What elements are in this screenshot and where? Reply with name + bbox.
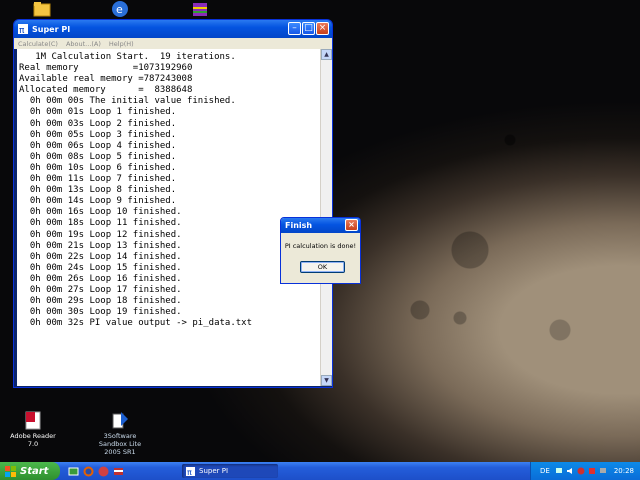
output-line: 0h 00m 08s Loop 5 finished. (19, 151, 177, 162)
window-titlebar[interactable]: π Super PI – □ × (14, 20, 332, 38)
close-icon: × (318, 23, 327, 33)
output-line: Available real memory =787243008 (19, 74, 193, 85)
output-line: 0h 00m 24s Loop 15 finished. (19, 262, 182, 273)
minimize-icon: – (292, 23, 297, 33)
flag-app-icon[interactable] (113, 466, 124, 477)
output-line: 0h 00m 21s Loop 13 finished. (19, 240, 182, 251)
output-line: 0h 00m 11s Loop 7 finished. (19, 174, 177, 185)
output-line: 0h 00m 29s Loop 18 finished. (19, 296, 182, 307)
svg-text:e: e (116, 3, 123, 16)
output-line: 0h 00m 03s Loop 2 finished. (19, 118, 177, 129)
windows-flag-icon (5, 465, 16, 477)
security-icon[interactable] (577, 467, 585, 475)
output-text: 1M Calculation Start. 19 iterations. Real… (19, 52, 323, 329)
output-line: Real memory =1073192960 (19, 63, 193, 74)
output-line: 0h 00m 26s Loop 16 finished. (19, 273, 182, 284)
close-icon: × (348, 220, 355, 229)
scroll-down-button[interactable]: ▼ (321, 375, 332, 386)
scroll-up-button[interactable]: ▲ (321, 49, 332, 60)
output-line: 0h 00m 22s Loop 14 finished. (19, 251, 182, 262)
desktop-icon-label: 3Software Sandbox Lite 2005 SR1 (98, 432, 142, 456)
menu-help[interactable]: Help(H) (109, 40, 134, 48)
output-area[interactable]: 1M Calculation Start. 19 iterations. Real… (17, 49, 323, 386)
adobe-reader-icon (23, 410, 43, 430)
output-line: Allocated memory = 8388648 (19, 85, 193, 96)
media-player-icon[interactable] (98, 466, 109, 477)
super-pi-app-icon: π (186, 466, 195, 477)
menu-bar: Calculate(C) About...(A) Help(H) (14, 38, 332, 49)
output-line: 0h 00m 06s Loop 4 finished. (19, 140, 177, 151)
output-line: 0h 00m 10s Loop 6 finished. (19, 162, 177, 173)
desktop-icon-software-update[interactable]: 3Software Sandbox Lite 2005 SR1 (92, 410, 148, 456)
ok-button[interactable]: OK (300, 261, 345, 273)
antivirus-icon[interactable] (588, 467, 596, 475)
output-line: 0h 00m 14s Loop 9 finished. (19, 196, 177, 207)
taskbar-item-label: Super PI (199, 467, 229, 475)
super-pi-app-icon: π (18, 24, 28, 36)
software-update-icon (110, 410, 130, 430)
finish-dialog: Finish × PI calculation is done! OK (280, 217, 361, 284)
desktop-icon-adobe-reader[interactable]: Adobe Reader 7.0 (5, 410, 61, 448)
super-pi-window: π Super PI – □ × Calculate(C) About...(A… (13, 19, 333, 388)
quick-launch (68, 466, 124, 477)
system-tray: DE 20:28 (530, 462, 640, 480)
maximize-icon: □ (304, 23, 313, 33)
output-line: 0h 00m 16s Loop 10 finished. (19, 207, 182, 218)
menu-about[interactable]: About...(A) (66, 40, 101, 48)
taskbar-item-super-pi[interactable]: π Super PI (182, 464, 278, 478)
svg-text:π: π (187, 468, 192, 476)
dialog-titlebar[interactable]: Finish × (281, 218, 360, 233)
language-indicator[interactable]: DE (540, 467, 550, 475)
output-line: 0h 00m 01s Loop 1 finished. (19, 107, 177, 118)
dialog-message: PI calculation is done! (284, 242, 357, 250)
volume-icon[interactable] (566, 467, 574, 475)
start-button[interactable]: Start (0, 462, 60, 480)
dialog-close-button[interactable]: × (345, 219, 358, 231)
menu-calculate[interactable]: Calculate(C) (18, 40, 58, 48)
maximize-button[interactable]: □ (302, 22, 315, 35)
chevron-down-icon: ▼ (324, 377, 329, 384)
output-line: 0h 00m 27s Loop 17 finished. (19, 284, 182, 295)
display-icon[interactable] (599, 467, 607, 475)
show-desktop-icon[interactable] (68, 466, 79, 477)
archive-icon (190, 0, 210, 20)
output-line: 0h 00m 19s Loop 12 finished. (19, 229, 182, 240)
dialog-title: Finish (285, 221, 313, 230)
folder-icon (32, 0, 52, 20)
start-label: Start (20, 465, 49, 477)
minimize-button[interactable]: – (288, 22, 301, 35)
desktop-icon-label: Adobe Reader 7.0 (10, 432, 56, 448)
output-line: 0h 00m 00s The initial value finished. (19, 96, 236, 107)
output-line: 0h 00m 05s Loop 3 finished. (19, 129, 177, 140)
chevron-up-icon: ▲ (324, 51, 329, 58)
close-button[interactable]: × (316, 22, 329, 35)
firefox-icon[interactable] (83, 466, 94, 477)
browser-icon: e (110, 0, 130, 20)
output-line: 0h 00m 32s PI value output -> pi_data.tx… (19, 318, 252, 329)
svg-text:π: π (19, 26, 25, 34)
window-title: Super PI (32, 24, 71, 34)
taskbar: Start π Super PI DE 20:28 (0, 462, 640, 480)
clock: 20:28 (613, 467, 634, 475)
output-line: 0h 00m 13s Loop 8 finished. (19, 185, 177, 196)
network-icon[interactable] (555, 467, 563, 475)
output-line: 0h 00m 30s Loop 19 finished. (19, 307, 182, 318)
output-line: 1M Calculation Start. 19 iterations. (19, 52, 236, 62)
output-line: 0h 00m 18s Loop 11 finished. (19, 218, 182, 229)
